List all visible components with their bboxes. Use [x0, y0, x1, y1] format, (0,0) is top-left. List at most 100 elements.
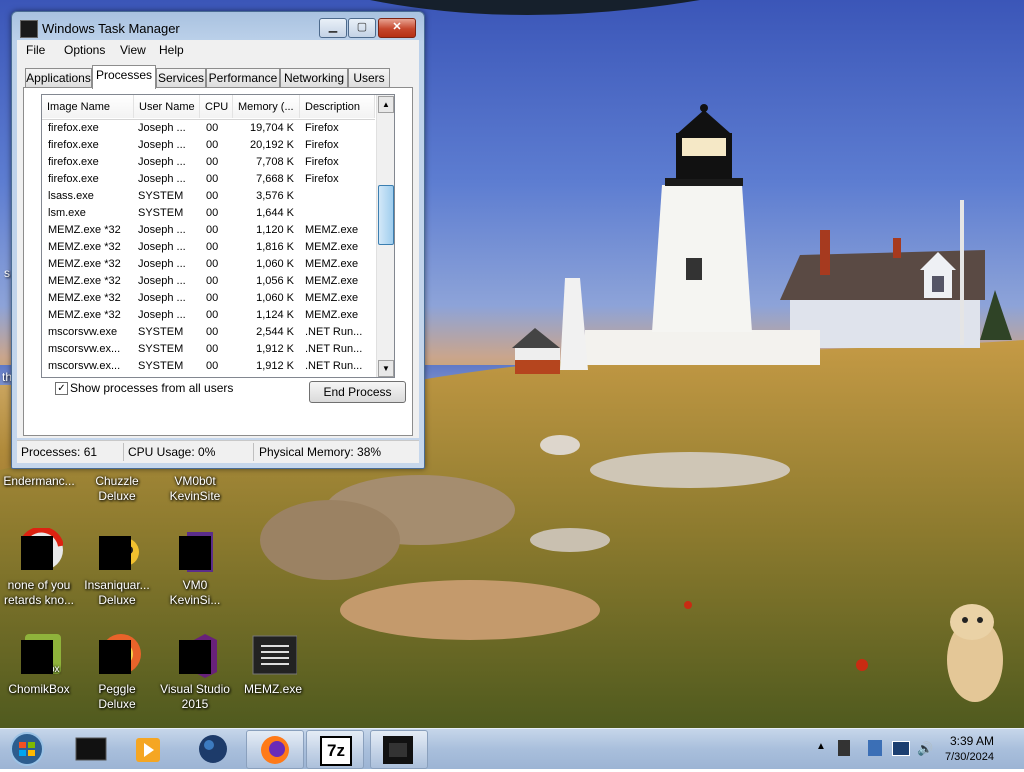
app-icon [171, 528, 219, 576]
tray-monitor-icon[interactable] [892, 741, 910, 756]
taskbar-memz-window[interactable] [370, 730, 428, 769]
tab-users[interactable]: Users [348, 68, 390, 88]
process-cpu: 00 [206, 224, 219, 236]
column-user-name[interactable]: User Name [134, 95, 200, 118]
table-row[interactable]: lsm.exe SYSTEM 00 1,644 K [42, 205, 375, 222]
status-physical-memory: Physical Memory: 38% [259, 445, 382, 459]
globe-icon [199, 735, 227, 763]
tab-processes[interactable]: Processes [92, 65, 156, 89]
show-all-users-checkbox[interactable]: ✓ [55, 382, 68, 395]
show-all-users-label[interactable]: Show processes from all users [70, 381, 233, 395]
taskbar-terminal[interactable] [62, 730, 118, 767]
process-image-name: firefox.exe [48, 156, 99, 168]
desktop-icon-insaniquarium[interactable]: Insaniquar... Deluxe [78, 528, 156, 608]
table-row[interactable]: MEMZ.exe *32 Joseph ... 00 1,060 K MEMZ.exe [42, 290, 375, 307]
process-cpu: 00 [206, 292, 219, 304]
table-row[interactable]: firefox.exe Joseph ... 00 7,708 K Firefox [42, 154, 375, 171]
file-icon [15, 526, 64, 576]
desktop-icon-visual-studio-2015[interactable]: Visual Studio 2015 [156, 632, 234, 712]
process-cpu: 00 [206, 190, 219, 202]
tab-services[interactable]: Services [156, 68, 206, 88]
maximize-button[interactable]: ▢ [348, 18, 376, 38]
process-cpu: 00 [206, 360, 219, 372]
process-user-name: Joseph ... [138, 309, 186, 321]
show-hidden-icons-icon[interactable]: ▲ [816, 741, 826, 752]
terminal-icon [75, 737, 107, 761]
scroll-down-button[interactable]: ▼ [378, 360, 394, 377]
minimize-button[interactable]: ▁ [319, 18, 347, 38]
game-icon [93, 528, 141, 576]
process-description: .NET Run... [305, 360, 363, 372]
table-row[interactable]: firefox.exe Joseph ... 00 19,704 K Firefox [42, 120, 375, 137]
task-manager-window[interactable]: Windows Task Manager ▁ ▢ ✕ File Options … [11, 11, 425, 469]
tab-networking[interactable]: Networking [280, 68, 348, 88]
taskbar-media-player[interactable] [120, 730, 176, 767]
table-row[interactable]: firefox.exe Joseph ... 00 20,192 K Firefox [42, 137, 375, 154]
tray-volume-icon[interactable]: 🔊 [917, 741, 933, 757]
table-row[interactable]: MEMZ.exe *32 Joseph ... 00 1,124 K MEMZ.exe [42, 307, 375, 324]
process-user-name: SYSTEM [138, 190, 184, 202]
desktop-icon-label: Insaniquar... Deluxe [84, 578, 150, 607]
table-row[interactable]: MEMZ.exe *32 Joseph ... 00 1,060 K MEMZ.exe [42, 256, 375, 273]
clock-time[interactable]: 3:39 AM [950, 734, 994, 748]
process-cpu: 00 [206, 326, 219, 338]
menu-view[interactable]: View [120, 43, 146, 57]
column-cpu[interactable]: CPU [200, 95, 233, 118]
process-image-name: mscorsvw.ex... [48, 360, 121, 372]
tray-app-icon[interactable] [838, 740, 850, 756]
table-row[interactable]: mscorsvw.ex... SYSTEM 00 1,912 K .NET Run... [42, 358, 375, 375]
process-image-name: lsass.exe [48, 190, 94, 202]
column-description[interactable]: Description [300, 95, 375, 118]
menu-file[interactable]: File [26, 43, 45, 57]
scroll-thumb[interactable] [378, 185, 394, 245]
tab-performance[interactable]: Performance [206, 68, 280, 88]
process-image-name: firefox.exe [48, 173, 99, 185]
tab-control: Applications Processes Services Performa… [17, 60, 419, 438]
table-row[interactable]: mscorsvw.ex... SYSTEM 00 1,912 K .NET Run... [42, 341, 375, 358]
process-cpu: 00 [206, 207, 219, 219]
process-user-name: Joseph ... [138, 292, 186, 304]
column-memory[interactable]: Memory (... [233, 95, 300, 118]
process-cpu: 00 [206, 139, 219, 151]
table-row[interactable]: lsass.exe SYSTEM 00 3,576 K [42, 188, 375, 205]
desktop-icon-none-of-you[interactable]: none of you retards kno... [0, 526, 78, 608]
vertical-scrollbar[interactable]: ▲ ▼ [376, 95, 394, 377]
process-user-name: SYSTEM [138, 343, 184, 355]
process-memory: 1,644 K [256, 207, 294, 219]
desktop-icon-endermanch[interactable]: Endermanc... [0, 474, 78, 489]
scroll-up-button[interactable]: ▲ [378, 96, 394, 113]
end-process-button[interactable]: End Process [309, 381, 406, 403]
desktop-icon-vm0b0t[interactable]: VM0b0t KevinSite [156, 474, 234, 504]
desktop-icon-label: Chuzzle Deluxe [95, 474, 139, 503]
tab-applications[interactable]: Applications [25, 68, 92, 88]
process-cpu: 00 [206, 241, 219, 253]
process-description: MEMZ.exe [305, 292, 359, 304]
table-row[interactable]: MEMZ.exe *32 Joseph ... 00 1,120 K MEMZ.exe [42, 222, 375, 239]
desktop-icon-vm0-kevinsite[interactable]: VM0 KevinSi... [156, 528, 234, 608]
table-row[interactable]: MEMZ.exe *32 Joseph ... 00 1,056 K MEMZ.exe [42, 273, 375, 290]
menu-options[interactable]: Options [64, 43, 105, 57]
process-image-name: MEMZ.exe *32 [48, 258, 121, 270]
visual-studio-icon [171, 632, 219, 680]
table-row[interactable]: firefox.exe Joseph ... 00 7,668 K Firefox [42, 171, 375, 188]
menu-help[interactable]: Help [159, 43, 184, 57]
taskbar-7zip[interactable]: 7z [306, 730, 364, 769]
desktop-icon-chomikbox[interactable]: ox ChomikBox [0, 632, 78, 697]
desktop-icon-chuzzle-deluxe[interactable]: Chuzzle Deluxe [78, 474, 156, 504]
process-description: MEMZ.exe [305, 224, 359, 236]
close-button[interactable]: ✕ [378, 18, 416, 38]
process-image-name: MEMZ.exe *32 [48, 309, 121, 321]
desktop-icon-peggle-deluxe[interactable]: Peggle Deluxe [78, 632, 156, 712]
clock-date[interactable]: 7/30/2024 [945, 751, 994, 763]
desktop-icon-memz[interactable]: MEMZ.exe [234, 632, 312, 697]
taskbar-globe[interactable] [185, 730, 241, 767]
start-button[interactable] [0, 730, 56, 767]
process-image-name: lsm.exe [48, 207, 86, 219]
table-row[interactable]: MEMZ.exe *32 Joseph ... 00 1,816 K MEMZ.exe [42, 239, 375, 256]
tray-network-icon[interactable] [868, 740, 882, 756]
process-description: MEMZ.exe [305, 309, 359, 321]
process-list[interactable]: Image Name User Name CPU Memory (... Des… [41, 94, 395, 378]
table-row[interactable]: mscorsvw.exe SYSTEM 00 2,544 K .NET Run... [42, 324, 375, 341]
taskbar-firefox[interactable] [246, 730, 304, 769]
column-image-name[interactable]: Image Name [42, 95, 134, 118]
